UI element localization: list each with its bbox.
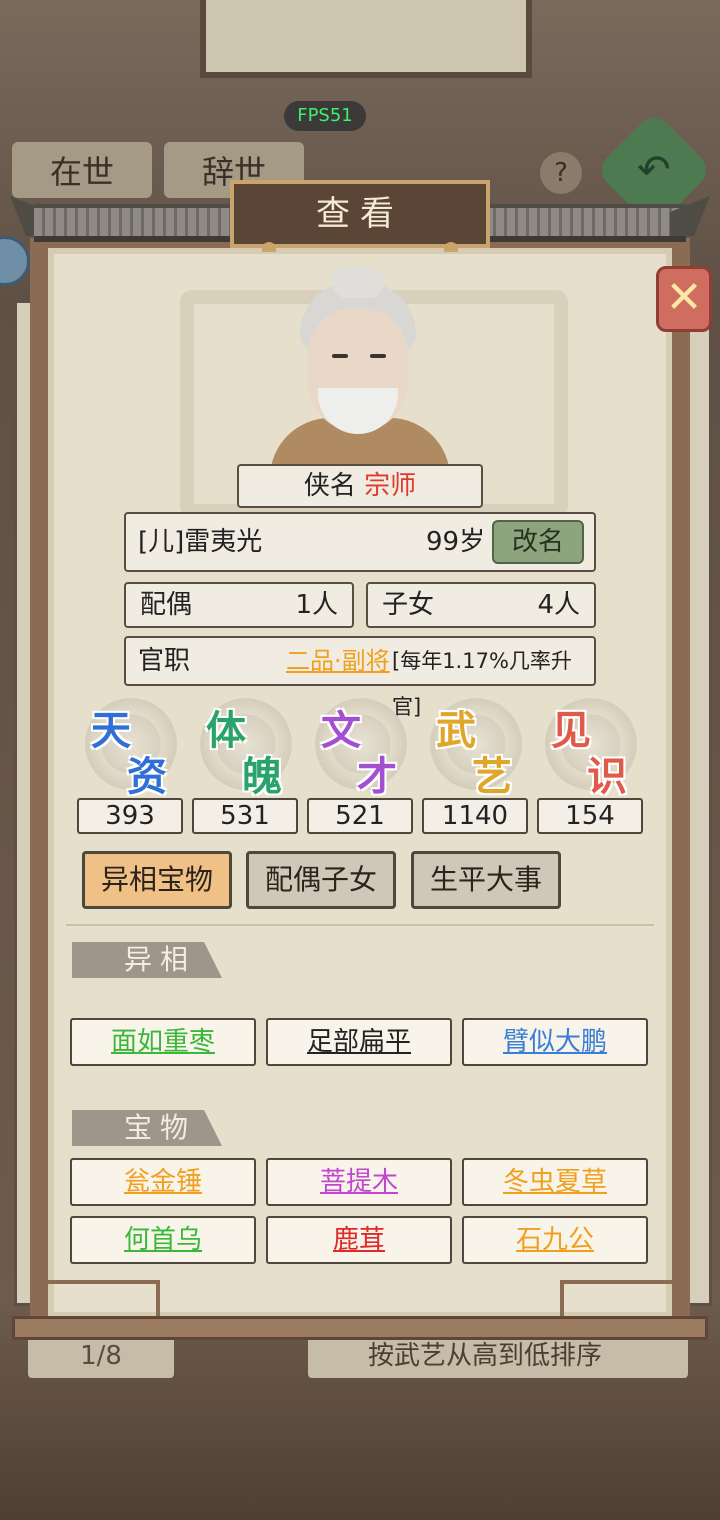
dialog-title: 查看: [230, 180, 490, 248]
name-field: [儿]雷夷光 99岁 改名: [124, 512, 596, 572]
divider: [66, 924, 654, 926]
title-label: 侠名: [303, 471, 356, 501]
background-painting: [200, 0, 532, 78]
attribute-char: 见: [551, 707, 591, 754]
office-rank-link[interactable]: 二品·副将: [286, 638, 390, 684]
children-field: 子女 4人: [366, 582, 596, 628]
attribute-char: 资: [127, 753, 167, 800]
treasure-item[interactable]: 瓮金锤: [70, 1158, 256, 1206]
spouse-value: 1人: [295, 590, 338, 620]
title-knob: [262, 242, 276, 252]
tab-alive[interactable]: 在世: [12, 142, 152, 198]
attribute-value: 1140: [422, 798, 528, 834]
attribute-value: 531: [192, 798, 298, 834]
treasure-item[interactable]: 菩提木: [266, 1158, 452, 1206]
attribute-char: 识: [587, 753, 627, 800]
children-label: 子女: [382, 590, 435, 620]
treasure-item[interactable]: 石九公: [462, 1216, 648, 1264]
rename-button[interactable]: 改名: [492, 520, 584, 564]
attribute-char: 天: [91, 707, 131, 754]
spouse-field: 配偶 1人: [124, 582, 354, 628]
children-value: 4人: [537, 590, 580, 620]
attribute-value: 393: [77, 798, 183, 834]
scroll-decoration: [40, 1280, 160, 1316]
sort-dropdown[interactable]: 按武艺从高到低排序: [308, 1334, 688, 1378]
treasure-item[interactable]: 鹿茸: [266, 1216, 452, 1264]
fps-counter: FPS51: [284, 101, 366, 131]
attribute-value: 521: [307, 798, 413, 834]
trait-item[interactable]: 臂似大鹏: [462, 1018, 648, 1066]
scroll-bottom-rod: [12, 1316, 708, 1340]
trait-item[interactable]: 面如重枣: [70, 1018, 256, 1066]
character-name: [儿]雷夷光: [138, 527, 263, 557]
office-label: 官职: [138, 646, 191, 676]
question-icon[interactable]: ?: [540, 152, 582, 194]
title-knob: [444, 242, 458, 252]
treasure-item[interactable]: 何首乌: [70, 1216, 256, 1264]
close-button[interactable]: ✕: [656, 266, 712, 332]
section-label-treasures: 宝物: [72, 1110, 222, 1146]
attribute-char: 才: [357, 753, 397, 800]
character-portrait: [270, 268, 450, 478]
attribute-char: 武: [436, 707, 476, 754]
title-value: 宗师: [364, 471, 417, 501]
spouse-label: 配偶: [140, 590, 193, 620]
title-field: 侠名 宗师: [237, 464, 483, 508]
trait-item[interactable]: 足部扁平: [266, 1018, 452, 1066]
tab-family[interactable]: 配偶子女: [246, 851, 396, 909]
section-label-traits: 异相: [72, 942, 222, 978]
attribute-char: 魄: [242, 753, 282, 800]
character-age: 99岁: [426, 527, 486, 557]
treasure-item[interactable]: 冬虫夏草: [462, 1158, 648, 1206]
tab-traits-treasures[interactable]: 异相宝物: [82, 851, 232, 909]
tab-life-events[interactable]: 生平大事: [411, 851, 561, 909]
office-field: 官职 二品·副将 [每年1.17%几率升官]: [124, 636, 596, 719]
attribute-value: 154: [537, 798, 643, 834]
scroll-decoration: [560, 1280, 680, 1316]
attribute-char: 文: [321, 707, 361, 754]
close-icon: ✕: [665, 272, 703, 323]
attribute-char: 艺: [472, 753, 512, 800]
sort-label: 按武艺从高到低排序: [368, 1341, 603, 1371]
page-indicator[interactable]: 1/8: [28, 1334, 174, 1378]
attribute-char: 体: [206, 707, 246, 754]
